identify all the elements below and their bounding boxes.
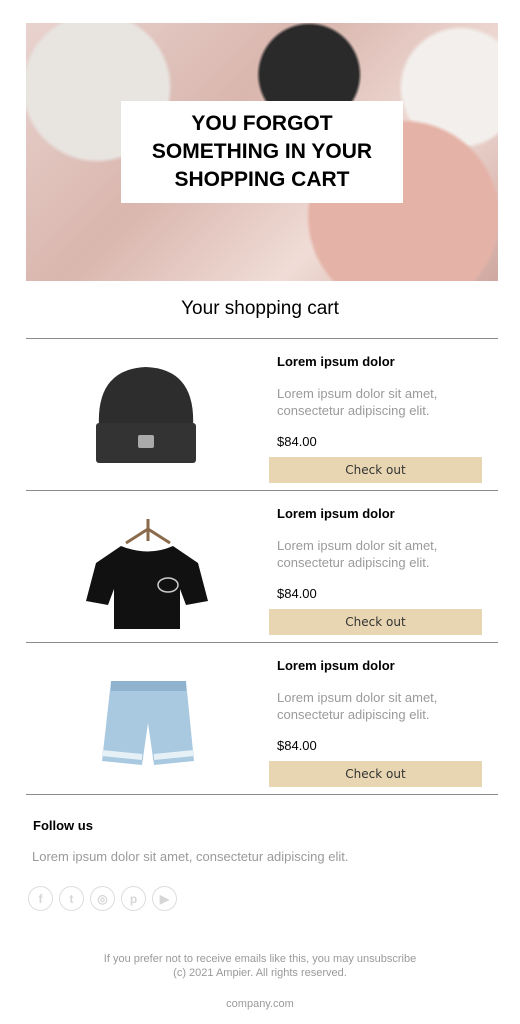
product-description: Lorem ipsum dolor sit amet, consectetur … (277, 690, 438, 722)
youtube-icon[interactable]: ▶ (152, 886, 177, 911)
instagram-icon[interactable]: ◎ (90, 886, 115, 911)
pinterest-icon[interactable]: p (121, 886, 146, 911)
shorts-product-image (101, 681, 195, 765)
checkout-button[interactable]: Check out (269, 609, 482, 635)
divider (26, 794, 498, 795)
tshirt-product-image (86, 519, 208, 629)
social-links: f t ◎ p ▶ (28, 886, 177, 911)
follow-text: Lorem ipsum dolor sit amet, consectetur … (32, 849, 349, 864)
cart-item: Lorem ipsum dolor Lorem ipsum dolor sit … (26, 490, 498, 642)
product-name: Lorem ipsum dolor (277, 506, 395, 521)
product-name: Lorem ipsum dolor (277, 658, 395, 673)
hero-title: YOU FORGOT SOMETHING IN YOUR SHOPPING CA… (121, 101, 403, 203)
copyright-text: (c) 2021 Ampier. All rights reserved. (173, 967, 347, 979)
hero-banner-image: YOU FORGOT SOMETHING IN YOUR SHOPPING CA… (26, 23, 498, 281)
product-description: Lorem ipsum dolor sit amet, consectetur … (277, 538, 438, 570)
website-link[interactable]: company.com (0, 997, 520, 1011)
cart-item: Lorem ipsum dolor Lorem ipsum dolor sit … (26, 642, 498, 794)
beanie-product-image (96, 367, 196, 463)
checkout-button[interactable]: Check out (269, 457, 482, 483)
cart-item: Lorem ipsum dolor Lorem ipsum dolor sit … (26, 338, 498, 490)
cart-title: Your shopping cart (181, 298, 339, 319)
twitter-icon[interactable]: t (59, 886, 84, 911)
checkout-button[interactable]: Check out (269, 761, 482, 787)
product-name: Lorem ipsum dolor (277, 354, 395, 369)
product-price: $84.00 (277, 738, 317, 753)
product-price: $84.00 (277, 586, 317, 601)
facebook-icon[interactable]: f (28, 886, 53, 911)
product-price: $84.00 (277, 434, 317, 449)
follow-title: Follow us (33, 818, 93, 833)
product-description: Lorem ipsum dolor sit amet, consectetur … (277, 386, 438, 418)
unsubscribe-text[interactable]: If you prefer not to receive emails like… (0, 952, 520, 966)
